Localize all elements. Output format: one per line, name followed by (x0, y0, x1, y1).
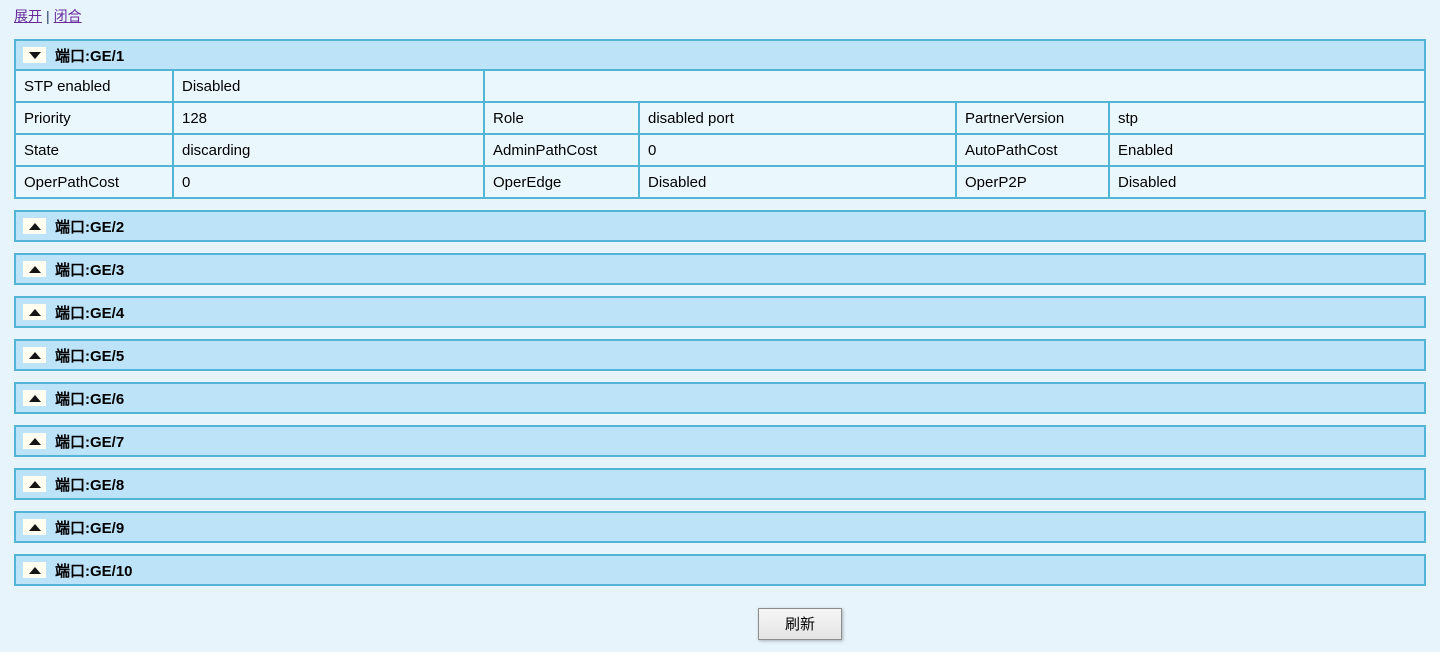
port-panel-header-ge1[interactable]: 端口:GE/1 (14, 39, 1426, 71)
empty-cell (484, 70, 1425, 102)
field-value: 128 (173, 102, 484, 134)
field-label: PartnerVersion (956, 102, 1109, 134)
triangle-up-icon[interactable] (23, 390, 46, 406)
triangle-up-icon[interactable] (23, 347, 46, 363)
table-row: OperPathCost 0 OperEdge Disabled OperP2P… (15, 166, 1425, 198)
port-panel-ge1: 端口:GE/1 STP enabled Disabled Priority 12… (14, 39, 1426, 199)
table-row: Priority 128 Role disabled port PartnerV… (15, 102, 1425, 134)
field-value: 0 (173, 166, 484, 198)
triangle-up-icon[interactable] (23, 218, 46, 234)
field-value: Disabled (639, 166, 956, 198)
expand-collapse-toolbar: 展开|闭合 (14, 7, 1426, 25)
port-panel-title: 端口:GE/3 (55, 259, 124, 280)
field-label: AutoPathCost (956, 134, 1109, 166)
button-row: 刷新 (14, 608, 1426, 640)
port-panel-title: 端口:GE/10 (55, 560, 133, 581)
link-separator: | (46, 8, 50, 24)
field-value: stp (1109, 102, 1425, 134)
port-panel-title: 端口:GE/1 (55, 45, 124, 66)
port-panel-header-ge5[interactable]: 端口:GE/5 (14, 339, 1426, 371)
port-panel-title: 端口:GE/6 (55, 388, 124, 409)
port-panel-title: 端口:GE/8 (55, 474, 124, 495)
port-panel-header-ge3[interactable]: 端口:GE/3 (14, 253, 1426, 285)
port-panel-header-ge2[interactable]: 端口:GE/2 (14, 210, 1426, 242)
field-value: 0 (639, 134, 956, 166)
port-panel-title: 端口:GE/4 (55, 302, 124, 323)
triangle-up-icon[interactable] (23, 562, 46, 578)
field-label: OperP2P (956, 166, 1109, 198)
triangle-up-icon[interactable] (23, 519, 46, 535)
triangle-up-icon[interactable] (23, 433, 46, 449)
collapse-all-link[interactable]: 闭合 (54, 8, 82, 24)
field-value: disabled port (639, 102, 956, 134)
stp-detail-table: STP enabled Disabled Priority 128 Role d… (14, 69, 1426, 199)
port-panel-title: 端口:GE/5 (55, 345, 124, 366)
field-value: Disabled (173, 70, 484, 102)
triangle-up-icon[interactable] (23, 261, 46, 277)
triangle-up-icon[interactable] (23, 304, 46, 320)
port-panel-header-ge8[interactable]: 端口:GE/8 (14, 468, 1426, 500)
field-label: OperEdge (484, 166, 639, 198)
triangle-down-icon[interactable] (23, 47, 46, 63)
table-row: STP enabled Disabled (15, 70, 1425, 102)
port-panel-header-ge7[interactable]: 端口:GE/7 (14, 425, 1426, 457)
expand-all-link[interactable]: 展开 (14, 8, 42, 24)
field-label: OperPathCost (15, 166, 173, 198)
field-label: Role (484, 102, 639, 134)
refresh-button[interactable]: 刷新 (758, 608, 842, 640)
field-label: STP enabled (15, 70, 173, 102)
field-value: Disabled (1109, 166, 1425, 198)
port-panel-header-ge9[interactable]: 端口:GE/9 (14, 511, 1426, 543)
port-panel-header-ge4[interactable]: 端口:GE/4 (14, 296, 1426, 328)
page-content: 展开|闭合 端口:GE/1 STP enabled Disabled Prior… (0, 0, 1440, 640)
port-panel-title: 端口:GE/7 (55, 431, 124, 452)
port-panel-title: 端口:GE/9 (55, 517, 124, 538)
field-value: Enabled (1109, 134, 1425, 166)
port-panel-header-ge10[interactable]: 端口:GE/10 (14, 554, 1426, 586)
field-label: Priority (15, 102, 173, 134)
field-label: State (15, 134, 173, 166)
field-label: AdminPathCost (484, 134, 639, 166)
port-panel-header-ge6[interactable]: 端口:GE/6 (14, 382, 1426, 414)
field-value: discarding (173, 134, 484, 166)
port-panel-title: 端口:GE/2 (55, 216, 124, 237)
triangle-up-icon[interactable] (23, 476, 46, 492)
table-row: State discarding AdminPathCost 0 AutoPat… (15, 134, 1425, 166)
